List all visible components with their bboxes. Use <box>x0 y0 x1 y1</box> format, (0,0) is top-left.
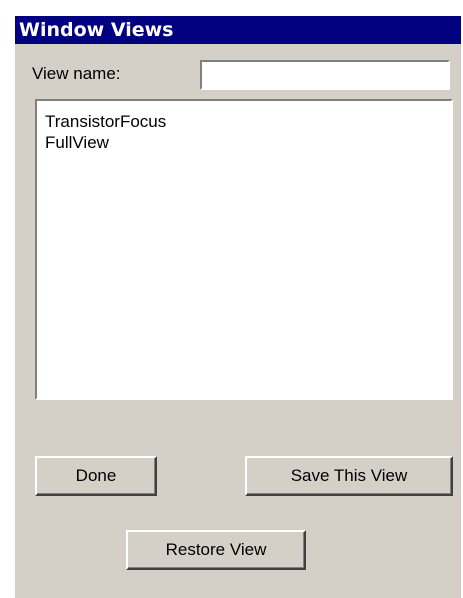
dialog-title: Window Views <box>15 16 461 44</box>
list-item-full-view[interactable]: FullView <box>43 132 445 153</box>
views-list[interactable]: TransistorFocus FullView <box>35 99 453 400</box>
view-name-label: View name: <box>32 64 121 83</box>
list-item-transistor-focus[interactable]: TransistorFocus <box>43 111 445 132</box>
view-name-input[interactable] <box>200 60 450 90</box>
done-button[interactable]: Done <box>35 456 157 496</box>
restore-view-button[interactable]: Restore View <box>126 530 306 570</box>
save-this-view-button[interactable]: Save This View <box>245 456 453 496</box>
window-views-dialog: Window Views View name: TransistorFocus … <box>13 14 461 598</box>
